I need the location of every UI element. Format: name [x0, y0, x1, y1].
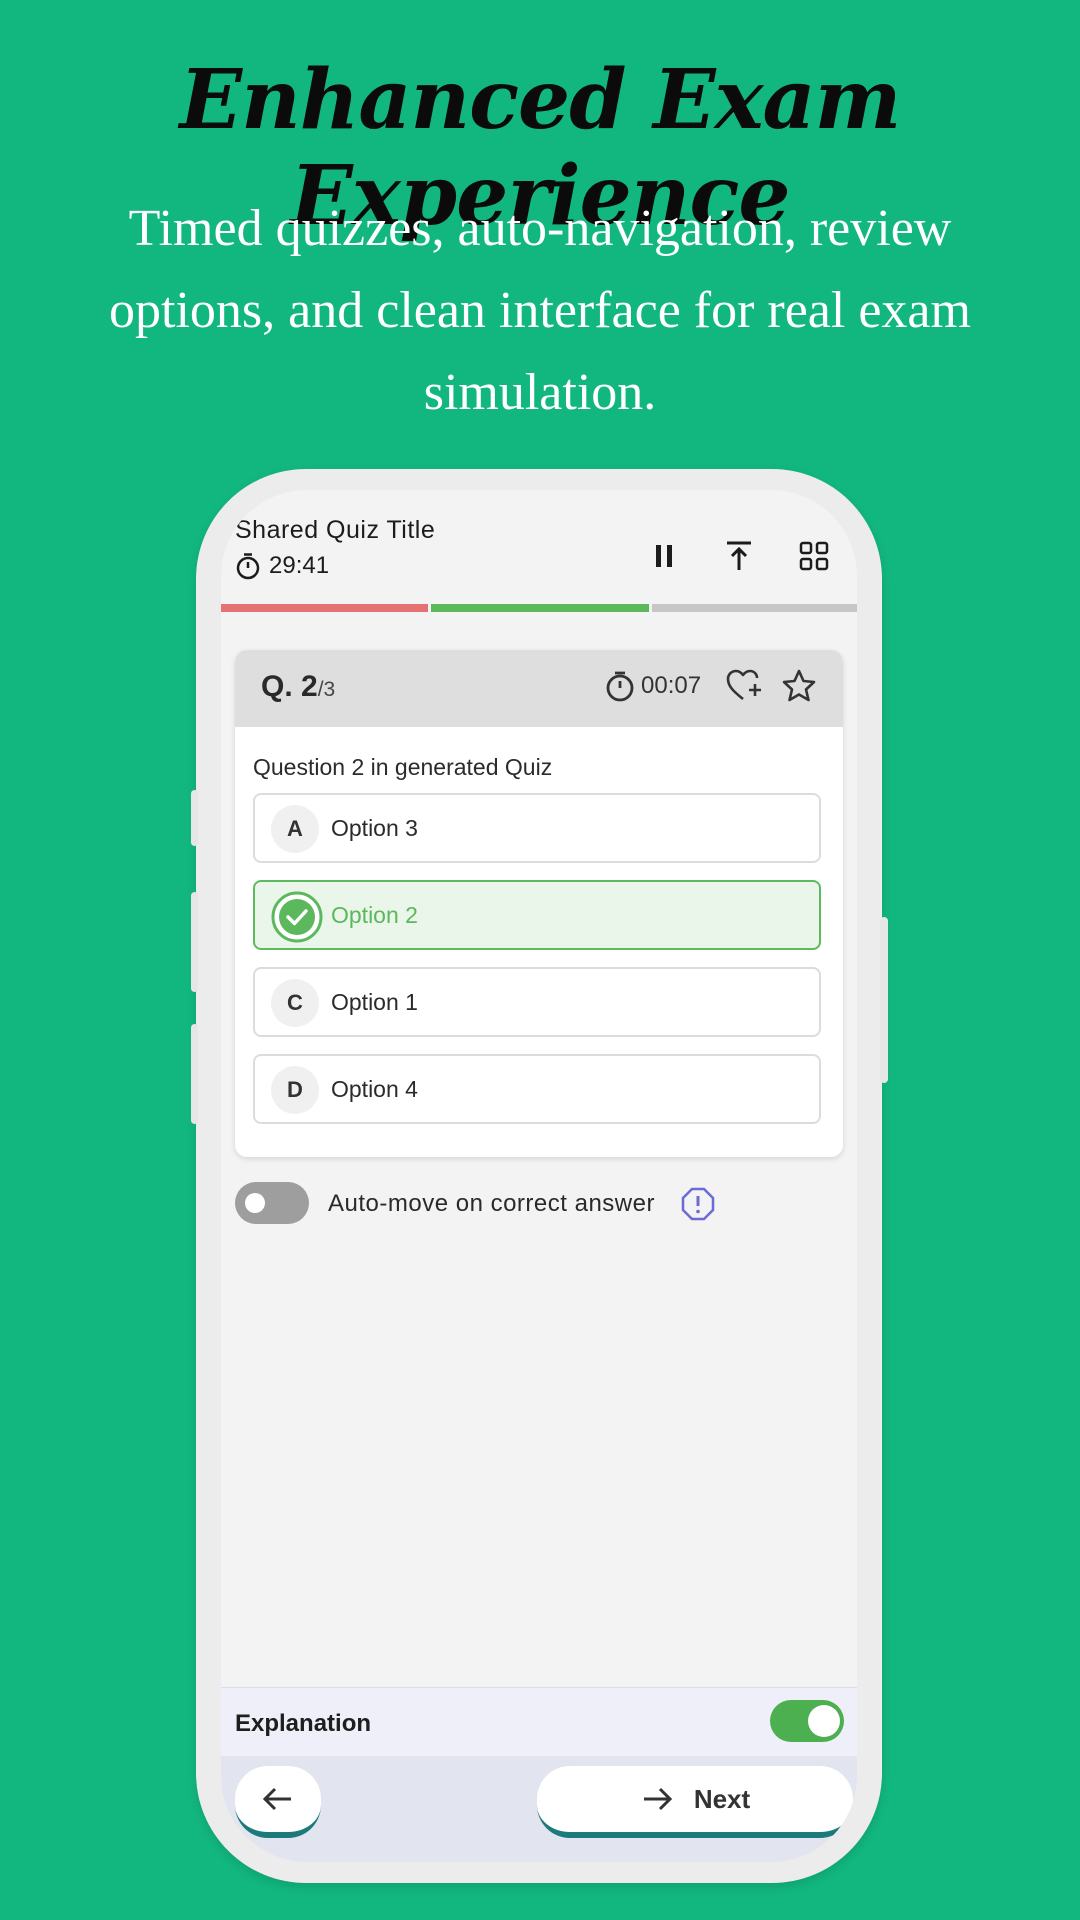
star-icon [782, 669, 816, 702]
pause-button[interactable] [644, 536, 684, 576]
option-letter: D [271, 1066, 319, 1114]
favorite-button[interactable] [725, 668, 765, 709]
explanation-label: Explanation [235, 1710, 372, 1737]
auto-move-toggle[interactable] [235, 1182, 309, 1224]
question-card: Q. 2/3 00:07 Question 2 in generated Qui… [235, 650, 843, 1157]
option-label: Option 2 [331, 902, 418, 928]
quiz-timer: 29:41 [235, 552, 329, 580]
question-total: /3 [317, 678, 336, 701]
heart-plus-icon [726, 669, 761, 701]
option-d[interactable]: D Option 4 [253, 1054, 821, 1124]
arrow-left-icon [262, 1787, 291, 1811]
question-timer-value: 00:07 [641, 672, 702, 699]
explanation-toggle[interactable] [770, 1700, 844, 1742]
question-timer: 00:07 [605, 670, 701, 702]
submit-button[interactable] [719, 536, 759, 576]
bookmark-star-button[interactable] [781, 668, 817, 709]
option-letter: C [271, 979, 319, 1027]
question-number: Q. 2/3 [261, 670, 336, 703]
quiz-title: Shared Quiz Title [235, 516, 436, 544]
toggle-knob [808, 1705, 840, 1737]
phone-side-button [191, 892, 198, 992]
question-progress-bar [221, 604, 857, 612]
bottom-navigation: Next [221, 1756, 857, 1862]
option-a[interactable]: A Option 3 [253, 793, 821, 863]
option-label: Option 4 [331, 1076, 418, 1102]
promo-subline: Timed quizzes, auto-navigation, review o… [109, 200, 971, 421]
phone-side-button [880, 917, 888, 1083]
phone-side-button [191, 790, 198, 846]
check-circle-icon [271, 891, 323, 943]
arrow-right-icon [643, 1787, 672, 1811]
option-b[interactable]: Option 2 [253, 880, 821, 950]
option-label: Option 1 [331, 989, 418, 1015]
next-button-label: Next [693, 1783, 751, 1814]
phone-side-button [191, 1024, 198, 1124]
question-text: Question 2 in generated Quiz [253, 754, 553, 780]
stopwatch-icon [606, 671, 634, 702]
grid-icon [799, 541, 829, 571]
explanation-bar: Explanation [221, 1687, 857, 1757]
pause-icon [656, 545, 672, 567]
next-button[interactable]: Next [537, 1766, 853, 1838]
option-label: Option 3 [331, 815, 418, 841]
app-screen: Shared Quiz Title 29:41 Q. 2/3 00:07 Que… [221, 490, 857, 1862]
option-c[interactable]: C Option 1 [253, 967, 821, 1037]
back-button[interactable] [235, 1766, 321, 1838]
stopwatch-icon [236, 553, 260, 580]
question-card-header: Q. 2/3 00:07 [235, 650, 843, 727]
upload-top-icon [727, 541, 751, 570]
progress-segment-wrong[interactable] [221, 604, 428, 612]
progress-segment-unanswered[interactable] [652, 604, 857, 612]
question-grid-button[interactable] [794, 536, 834, 576]
progress-segment-correct[interactable] [431, 604, 649, 612]
option-letter: A [271, 805, 319, 853]
toggle-knob [245, 1193, 265, 1213]
info-icon[interactable] [681, 1187, 715, 1221]
quiz-timer-value: 29:41 [269, 552, 330, 579]
auto-move-label: Auto-move on correct answer [328, 1190, 655, 1217]
